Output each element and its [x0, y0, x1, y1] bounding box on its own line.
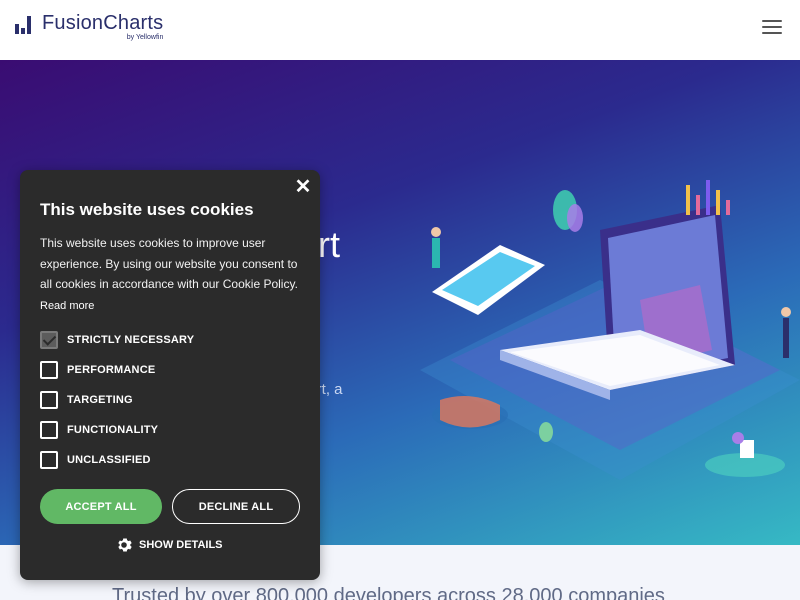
logo-subtitle: by Yellowfin: [126, 34, 164, 41]
option-performance[interactable]: PERFORMANCE: [40, 360, 155, 380]
option-functionality[interactable]: FUNCTIONALITY: [40, 420, 158, 440]
checkbox-strictly-necessary[interactable]: [40, 331, 58, 349]
gear-icon: [118, 538, 132, 552]
option-label: PERFORMANCE: [67, 364, 156, 376]
cookie-consent-dialog: ✕ This website uses cookies This website…: [20, 170, 320, 580]
show-details-button[interactable]: SHOW DETAILS: [116, 536, 223, 554]
hamburger-menu-icon[interactable]: [762, 20, 782, 36]
option-label: FUNCTIONALITY: [67, 424, 159, 436]
show-details-label: SHOW DETAILS: [139, 539, 223, 551]
option-label: STRICTLY NECESSARY: [67, 334, 195, 346]
cookie-body-text: This website uses cookies to improve use…: [40, 236, 298, 291]
cookie-title: This website uses cookies: [40, 200, 254, 219]
option-targeting[interactable]: TARGETING: [40, 390, 133, 410]
checkbox-functionality[interactable]: [40, 421, 58, 439]
option-unclassified[interactable]: UNCLASSIFIED: [40, 450, 151, 470]
accept-all-button[interactable]: ACCEPT ALL: [40, 489, 162, 524]
trusted-text: Trusted by over 800,000 developers acros…: [112, 585, 665, 600]
option-strictly-necessary[interactable]: STRICTLY NECESSARY: [40, 330, 194, 350]
checkbox-performance[interactable]: [40, 361, 58, 379]
logo-name: FusionCharts: [42, 12, 164, 34]
site-header: FusionCharts by Yellowfin: [0, 0, 800, 60]
close-icon[interactable]: ✕: [294, 177, 312, 197]
logo-bars-icon: [14, 12, 34, 36]
option-label: TARGETING: [67, 394, 133, 406]
cookie-description: This website uses cookies to improve use…: [40, 233, 306, 316]
checkbox-targeting[interactable]: [40, 391, 58, 409]
fusioncharts-logo[interactable]: FusionCharts by Yellowfin: [14, 12, 163, 41]
hero-title-fragment: rt: [318, 224, 340, 265]
decline-all-button[interactable]: DECLINE ALL: [172, 489, 300, 524]
checkbox-unclassified[interactable]: [40, 451, 58, 469]
read-more-link[interactable]: Read more: [40, 300, 94, 312]
option-label: UNCLASSIFIED: [67, 454, 151, 466]
